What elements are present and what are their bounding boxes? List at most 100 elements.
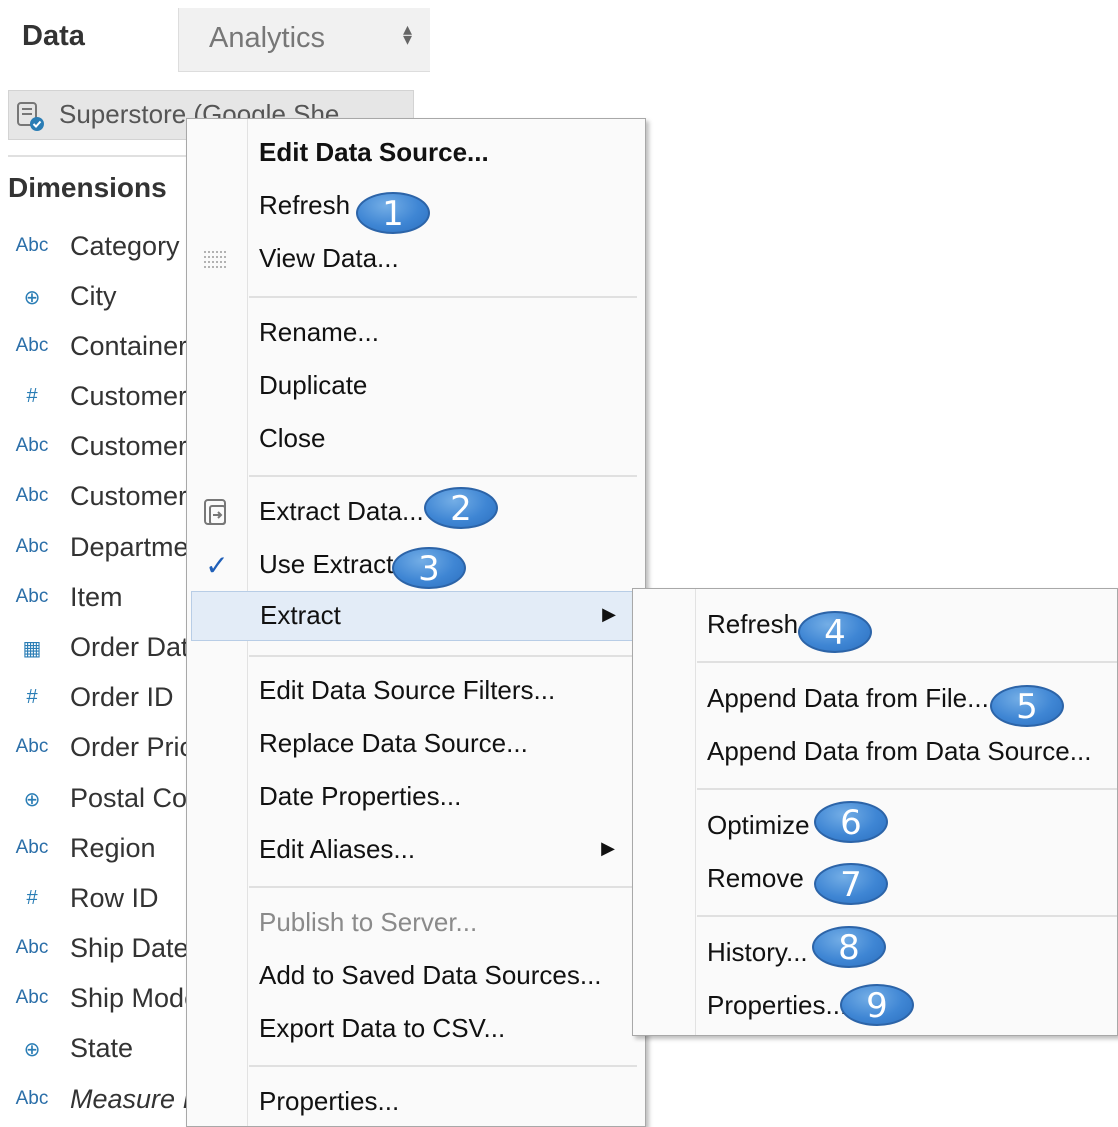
menu-item-label: Properties... — [259, 1086, 400, 1116]
callout-6: 6 — [814, 801, 888, 843]
field-item[interactable]: Abc Category — [0, 227, 190, 273]
menu-item-label: Extract — [260, 600, 341, 630]
field-item[interactable]: ⊕ State — [0, 1029, 190, 1075]
menu-separator — [697, 915, 1117, 917]
abc-icon: Abc — [15, 937, 49, 958]
data-source-icon — [17, 102, 44, 131]
field-item[interactable]: Abc Ship Mode — [0, 979, 199, 1025]
callout-3: 3 — [392, 547, 466, 589]
callout-4: 4 — [798, 611, 872, 653]
menu-item-label: Refresh — [259, 190, 351, 220]
menu-item-date-properties[interactable]: Date Properties... — [187, 775, 645, 821]
menu-item-label: Use Extract — [259, 549, 394, 579]
tab-analytics-label: Analytics — [209, 22, 326, 54]
menu-separator — [697, 661, 1117, 663]
menu-item-properties[interactable]: Properties... — [187, 1080, 645, 1126]
field-name: Order Dat — [70, 632, 189, 662]
menu-item-edit-data-source[interactable]: Edit Data Source... — [187, 131, 645, 177]
menu-item-view-data[interactable]: View Data... — [187, 237, 645, 283]
field-item[interactable]: Abc Order Pric — [0, 728, 193, 774]
field-name: Ship Mode — [70, 983, 200, 1013]
callout-9: 9 — [840, 984, 914, 1026]
field-name: Departme — [70, 532, 189, 562]
field-name: Order ID — [70, 682, 174, 712]
menu-item-label: Replace Data Source... — [259, 728, 528, 758]
field-item[interactable]: Abc Region — [0, 829, 190, 875]
menu-item-label: Edit Aliases... — [259, 834, 416, 864]
menu-item-duplicate[interactable]: Duplicate — [187, 364, 645, 410]
field-item[interactable]: Abc Customer — [0, 477, 190, 523]
menu-item-label: Publish to Server... — [259, 907, 478, 937]
tab-analytics[interactable]: Analytics ▴ ▾ — [178, 8, 430, 72]
field-item[interactable]: Abc Ship Date — [0, 929, 190, 975]
menu-item-label: Append Data from File... — [707, 683, 989, 713]
hash-icon: # — [26, 887, 38, 909]
menu-item-edit-filters[interactable]: Edit Data Source Filters... — [187, 669, 645, 715]
field-name: Container — [70, 331, 188, 361]
menu-item-extract-data[interactable]: Extract Data... — [187, 490, 645, 536]
field-item[interactable]: # Order ID — [0, 678, 190, 724]
abc-icon: Abc — [15, 586, 49, 607]
field-name: State — [70, 1033, 134, 1063]
menu-item-rename[interactable]: Rename... — [187, 311, 645, 357]
callout-1: 1 — [356, 192, 430, 234]
abc-icon: Abc — [15, 987, 49, 1008]
submenu-item-append-source[interactable]: Append Data from Data Source... — [633, 730, 1117, 776]
extract-data-icon — [204, 499, 226, 525]
field-name: Customer — [70, 481, 188, 511]
callout-2: 2 — [424, 487, 498, 529]
field-item[interactable]: Abc Container — [0, 327, 190, 373]
menu-item-label: View Data... — [259, 243, 399, 273]
callout-8: 8 — [812, 926, 886, 968]
checkmark-icon: ✓ — [205, 550, 229, 581]
tab-data[interactable]: Data — [22, 20, 85, 53]
field-item[interactable]: ⊕ City — [0, 277, 190, 323]
abc-icon: Abc — [15, 536, 49, 557]
menu-separator — [249, 296, 637, 298]
globe-icon: ⊕ — [23, 789, 41, 811]
menu-item-extract[interactable]: Extract ▶ — [191, 591, 637, 641]
menu-separator — [249, 886, 637, 888]
menu-item-label: History... — [707, 937, 808, 967]
field-name: Customer — [70, 431, 188, 461]
menu-item-close[interactable]: Close — [187, 417, 645, 463]
menu-item-label: Add to Saved Data Sources... — [259, 960, 602, 990]
context-menu: Edit Data Source... Refresh View Data...… — [186, 118, 646, 1127]
menu-item-label: Edit Data Source... — [259, 137, 489, 167]
field-item[interactable]: Abc Customer — [0, 427, 190, 473]
field-item[interactable]: # Customer — [0, 377, 190, 423]
field-name: Region — [70, 833, 156, 863]
submenu-item-refresh[interactable]: Refresh — [633, 603, 1117, 649]
menu-item-add-saved[interactable]: Add to Saved Data Sources... — [187, 954, 645, 1000]
sort-arrows-icon: ▴ ▾ — [402, 19, 412, 49]
menu-separator — [249, 475, 637, 477]
abc-icon: Abc — [15, 335, 49, 356]
field-item[interactable]: Abc Measure I — [0, 1080, 190, 1126]
field-item[interactable]: ⊕ Postal Co — [0, 779, 190, 825]
field-item[interactable]: ▦ Order Dat — [0, 628, 190, 674]
menu-separator — [249, 1065, 637, 1067]
menu-item-export-csv[interactable]: Export Data to CSV... — [187, 1007, 645, 1053]
menu-item-label: Refresh — [707, 609, 799, 639]
field-item[interactable]: Abc Departme — [0, 528, 190, 574]
field-name: Category — [70, 231, 180, 261]
field-item[interactable]: Abc Item — [0, 578, 190, 624]
menu-item-label: Optimize — [707, 810, 810, 840]
menu-item-publish: Publish to Server... — [187, 901, 645, 947]
field-name: Item — [70, 582, 123, 612]
field-name: City — [70, 281, 117, 311]
globe-icon: ⊕ — [23, 1039, 41, 1061]
submenu-arrow-icon: ▶ — [601, 838, 615, 858]
callout-5: 5 — [990, 685, 1064, 727]
menu-item-label: Duplicate — [259, 370, 368, 400]
field-name: Customer — [70, 381, 188, 411]
menu-item-replace-source[interactable]: Replace Data Source... — [187, 722, 645, 768]
abc-icon: Abc — [15, 485, 49, 506]
menu-item-label: Rename... — [259, 317, 379, 347]
menu-item-label: Append Data from Data Source... — [707, 736, 1092, 766]
field-item[interactable]: # Row ID — [0, 879, 190, 925]
menu-item-label: Edit Data Source Filters... — [259, 675, 556, 705]
menu-item-edit-aliases[interactable]: Edit Aliases... ▶ — [187, 828, 645, 874]
field-name: Postal Co — [70, 783, 188, 813]
globe-icon: ⊕ — [23, 287, 41, 309]
